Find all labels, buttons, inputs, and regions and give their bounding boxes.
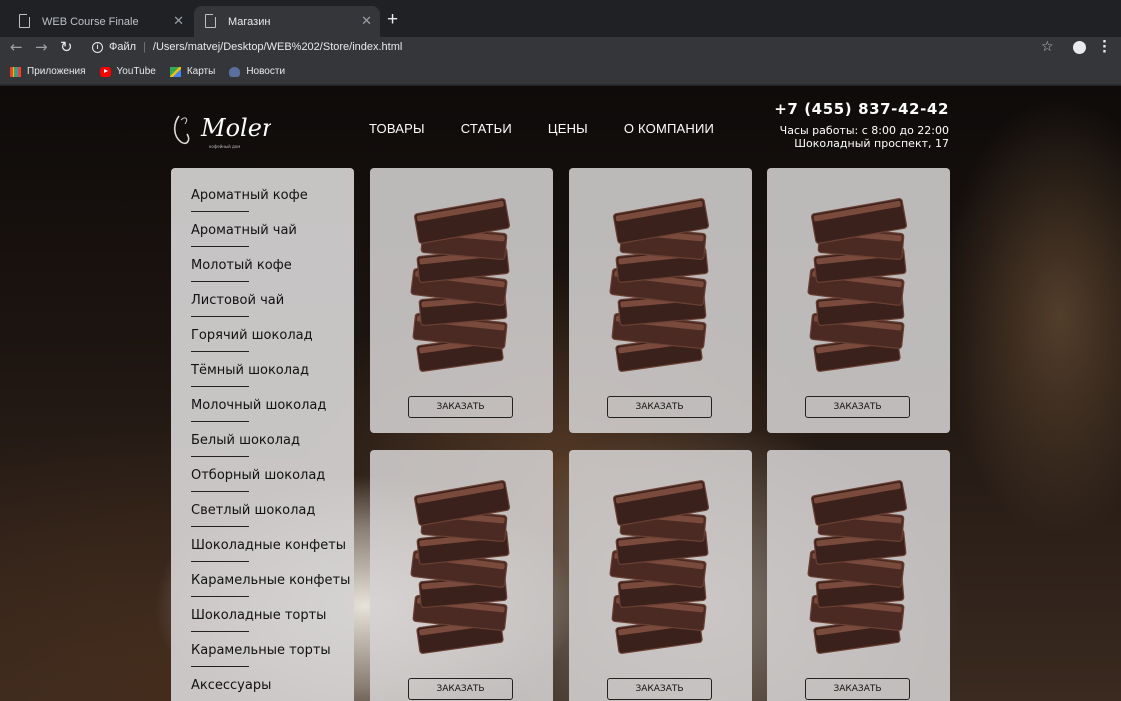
category-link[interactable]: Листовой чай	[191, 291, 354, 326]
product-card: ЗАКАЗАТЬ	[370, 450, 553, 701]
product-card: ЗАКАЗАТЬ	[767, 450, 950, 701]
product-card: ЗАКАЗАТЬ	[569, 168, 752, 433]
reload-icon[interactable]: ↻	[60, 38, 73, 56]
contact-block: +7 (455) 837-42-42 Часы работы: с 8:00 д…	[774, 100, 949, 150]
chocolate-stack-image	[410, 480, 511, 654]
nav-prices[interactable]: ЦЕНЫ	[548, 121, 588, 136]
category-link[interactable]: Тёмный шоколад	[191, 361, 354, 396]
bookmark-youtube[interactable]: YouTube	[99, 66, 156, 77]
bookmark-news[interactable]: Новости	[229, 66, 285, 77]
category-link[interactable]: Карамельные конфеты	[191, 571, 354, 606]
category-link[interactable]: Отборный шоколад	[191, 466, 354, 501]
profile-icon[interactable]	[1073, 41, 1086, 54]
info-icon[interactable]: i	[92, 41, 103, 53]
chocolate-stack-image	[807, 480, 908, 654]
news-icon	[229, 66, 241, 77]
category-link[interactable]: Аксессуары	[191, 676, 354, 701]
apps-icon	[10, 66, 21, 77]
order-button[interactable]: ЗАКАЗАТЬ	[607, 678, 712, 700]
address-url: /Users/matvej/Desktop/WEB%202/Store/inde…	[152, 41, 403, 53]
address-scheme-label: Файл	[109, 41, 137, 53]
address-separator: |	[143, 41, 146, 53]
nav-about[interactable]: О КОМПАНИИ	[624, 121, 714, 136]
category-link[interactable]: Ароматный кофе	[191, 186, 354, 221]
browser-tab[interactable]: WEB Course Finale ✕	[8, 6, 192, 37]
logo-tagline: кофейный дом	[209, 144, 240, 149]
category-link[interactable]: Белый шоколад	[191, 431, 354, 466]
nav-products[interactable]: ТОВАРЫ	[369, 121, 425, 136]
chocolate-stack-image	[609, 480, 710, 654]
logo-text: Molen	[200, 114, 271, 142]
menu-kebab-icon[interactable]: · · ·	[1102, 36, 1107, 59]
bookmark-label: Новости	[246, 66, 286, 77]
maps-icon	[169, 66, 181, 77]
close-tab-icon[interactable]: ✕	[361, 13, 372, 29]
tab-title: Магазин	[228, 15, 271, 28]
main-nav: ТОВАРЫ СТАТЬИ ЦЕНЫ О КОМПАНИИ	[369, 121, 750, 136]
category-link[interactable]: Горячий шоколад	[191, 326, 354, 361]
order-button[interactable]: ЗАКАЗАТЬ	[408, 396, 513, 418]
bookmarks-bar: Приложения YouTube Карты Новости	[0, 59, 1121, 85]
chocolate-stack-image	[807, 198, 908, 372]
browser-tab-strip: WEB Course Finale ✕ Магазин ✕ +	[0, 0, 1121, 37]
new-tab-icon[interactable]: +	[387, 9, 398, 31]
back-icon[interactable]: ←	[10, 38, 23, 56]
store-address: Шоколадный проспект, 17	[794, 137, 949, 150]
browser-toolbar: ← → ↻ i Файл | /Users/matvej/Desktop/WEB…	[0, 37, 1121, 59]
opening-hours: Часы работы: с 8:00 до 22:00	[779, 124, 949, 137]
tab-title: WEB Course Finale	[42, 15, 139, 28]
bookmark-label: Карты	[186, 66, 216, 77]
order-button[interactable]: ЗАКАЗАТЬ	[607, 396, 712, 418]
order-button[interactable]: ЗАКАЗАТЬ	[805, 678, 910, 700]
phone-number[interactable]: +7 (455) 837-42-42	[774, 100, 949, 118]
close-tab-icon[interactable]: ✕	[173, 13, 184, 29]
bookmark-star-icon[interactable]: ☆	[1041, 39, 1054, 55]
bookmark-maps[interactable]: Карты	[169, 66, 216, 77]
product-card: ЗАКАЗАТЬ	[370, 168, 553, 433]
category-link[interactable]: Карамельные торты	[191, 641, 354, 676]
nav-articles[interactable]: СТАТЬИ	[461, 121, 512, 136]
address-bar[interactable]: i Файл | /Users/matvej/Desktop/WEB%202/S…	[84, 37, 1064, 57]
category-link[interactable]: Светлый шоколад	[191, 501, 354, 536]
forward-icon[interactable]: →	[35, 38, 48, 56]
order-button[interactable]: ЗАКАЗАТЬ	[408, 678, 513, 700]
category-link[interactable]: Ароматный чай	[191, 221, 354, 256]
chocolate-stack-image	[410, 198, 511, 372]
category-link[interactable]: Молотый кофе	[191, 256, 354, 291]
youtube-icon	[99, 66, 111, 77]
product-card: ЗАКАЗАТЬ	[569, 450, 752, 701]
bookmark-label: Приложения	[27, 66, 86, 77]
order-button[interactable]: ЗАКАЗАТЬ	[805, 396, 910, 418]
document-icon	[19, 13, 31, 28]
store-page: Molen кофейный дом ТОВАРЫ СТАТЬИ ЦЕНЫ О …	[0, 86, 1121, 701]
browser-tab-active[interactable]: Магазин ✕	[194, 6, 380, 37]
category-link[interactable]: Шоколадные конфеты	[191, 536, 354, 571]
bookmark-apps[interactable]: Приложения	[10, 66, 86, 77]
product-card: ЗАКАЗАТЬ	[767, 168, 950, 433]
category-link[interactable]: Шоколадные торты	[191, 606, 354, 641]
category-sidebar: Ароматный кофе Ароматный чай Молотый коф…	[171, 168, 354, 701]
chocolate-stack-image	[609, 198, 710, 372]
document-icon	[205, 13, 217, 28]
molen-logo[interactable]: Molen кофейный дом	[171, 106, 271, 154]
bookmark-label: YouTube	[116, 66, 156, 77]
category-link[interactable]: Молочный шоколад	[191, 396, 354, 431]
